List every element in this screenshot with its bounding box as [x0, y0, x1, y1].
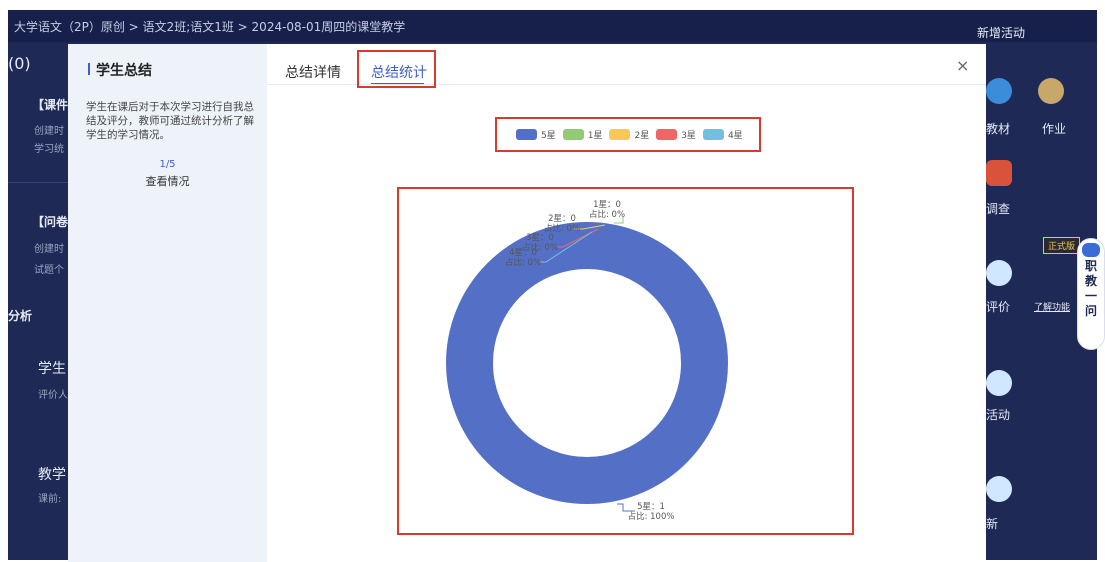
- analysis-label: 分析: [8, 309, 33, 323]
- textbook-label[interactable]: 教材: [986, 120, 1010, 137]
- rater-label: 评价人: [38, 390, 68, 401]
- textbook-icon[interactable]: [986, 78, 1012, 104]
- homework-icon[interactable]: [1038, 78, 1064, 104]
- legend-label: 4星: [727, 131, 743, 141]
- created-time-2: 创建时: [34, 244, 64, 255]
- refresh-label[interactable]: 新: [986, 515, 998, 532]
- data-label-5星: 5星：1: [637, 502, 665, 512]
- donut-chart: 5星：1占比: 100%1星：0占比: 0%2星：0占比: 0%3星：0占比: …: [446, 200, 728, 522]
- divider: [8, 182, 68, 183]
- question-count: 试题个: [34, 265, 64, 276]
- data-label-2星: 2星：0: [548, 214, 576, 224]
- refresh-icon[interactable]: [986, 476, 1012, 502]
- legend-item-4[interactable]: 4星: [702, 128, 743, 141]
- left-panel-title: 学生总结: [96, 63, 152, 79]
- courseware-label: 【课件: [32, 98, 69, 112]
- data-label-4星: 4星：0: [509, 248, 537, 258]
- survey-label-right[interactable]: 调查: [986, 200, 1010, 217]
- count-label: (0): [8, 54, 31, 73]
- slice-5星[interactable]: [446, 222, 728, 504]
- legend-item-1[interactable]: 1星: [562, 128, 603, 141]
- legend-label: 1星: [587, 131, 603, 141]
- leader-line-5星: [617, 503, 635, 512]
- official-tag: 正式版: [1043, 237, 1081, 254]
- new-activity-label[interactable]: 新增活动: [977, 24, 1025, 41]
- ai-char-2: 教: [1084, 274, 1097, 288]
- close-icon[interactable]: ×: [956, 56, 969, 75]
- legend-swatch: [609, 129, 631, 140]
- view-status-link[interactable]: 查看情况: [68, 173, 267, 189]
- data-label-1星: 1星：0: [593, 200, 621, 210]
- share-label-1星: 占比: 0%: [589, 209, 625, 220]
- evaluation-label[interactable]: 评价: [986, 298, 1010, 315]
- legend-item-0[interactable]: 5星: [516, 128, 556, 141]
- legend-swatch: [656, 129, 678, 140]
- ai-char-4: 问: [1084, 304, 1097, 318]
- robot-icon: [1082, 243, 1100, 257]
- summary-modal: 学生总结 学生在课后对于本次学习进行自我总结及评分，教师可通过统计分析了解学生的…: [68, 44, 986, 562]
- homework-label[interactable]: 作业: [1042, 120, 1066, 137]
- learn-stats: 学习统: [34, 144, 64, 155]
- legend-item-2[interactable]: 2星: [609, 128, 649, 141]
- ai-assistant-button[interactable]: 职 教 一 问: [1077, 238, 1105, 350]
- legend-label: 3星: [681, 131, 696, 141]
- legend-label: 5星: [541, 131, 556, 141]
- learn-feature-link[interactable]: 了解功能: [1034, 300, 1070, 313]
- legend-swatch: [516, 129, 537, 140]
- created-time-1: 创建时: [34, 126, 64, 137]
- legend-swatch: [562, 129, 584, 140]
- modal-left-panel: 学生总结 学生在课后对于本次学习进行自我总结及评分，教师可通过统计分析了解学生的…: [68, 44, 267, 562]
- top-bar: 大学语文（2P）原创 > 语文2班;语文1班 > 2024-08-01周四的课堂…: [8, 10, 1097, 42]
- activity-label[interactable]: 活动: [986, 406, 1010, 423]
- survey-label: 【问卷: [32, 215, 69, 229]
- activity-icon[interactable]: [986, 370, 1012, 396]
- survey-icon[interactable]: [986, 160, 1012, 186]
- legend-label: 2星: [634, 131, 650, 141]
- breadcrumb[interactable]: 大学语文（2P）原创 > 语文2班;语文1班 > 2024-08-01周四的课堂…: [14, 18, 405, 35]
- page-indicator: 1/5: [159, 159, 176, 170]
- chart-legend: 5星 1星 2星 3星 4星: [516, 128, 743, 141]
- teaching-label: 教学: [38, 467, 66, 483]
- highlight-tab-box: [357, 50, 436, 88]
- left-panel-description: 学生在课后对于本次学习进行自我总结及评分，教师可通过统计分析了解学生的学习情况。: [86, 101, 254, 141]
- legend-swatch: [702, 129, 724, 140]
- legend-item-3[interactable]: 3星: [656, 128, 696, 141]
- data-label-3星: 3星：0: [526, 233, 554, 243]
- ai-char-1: 职: [1084, 259, 1097, 273]
- student-label: 学生: [38, 361, 66, 377]
- share-label-4星: 占比: 0%: [505, 257, 541, 268]
- evaluation-icon[interactable]: [986, 260, 1012, 286]
- ai-char-3: 一: [1084, 289, 1097, 303]
- share-label-5星: 占比: 100%: [628, 511, 675, 522]
- tab-summary-detail[interactable]: 总结详情: [285, 62, 341, 82]
- before-class-label: 课前:: [38, 494, 62, 505]
